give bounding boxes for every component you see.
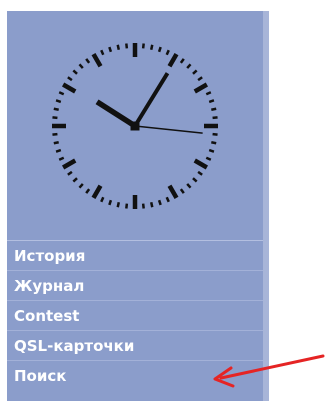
clock-minute-tick (179, 58, 185, 64)
menu-item-label: Поиск (14, 366, 67, 385)
clock-minute-tick (85, 58, 91, 64)
clock-minute-tick (208, 148, 215, 153)
clock-minute-tick (67, 76, 73, 82)
clock-minute-tick (116, 202, 121, 208)
clock-minute-tick (192, 177, 198, 183)
clock-minute-tick (85, 188, 91, 194)
clock-minute-tick (157, 199, 162, 206)
clock-minute-tick (108, 46, 113, 53)
clock-minute-tick (52, 132, 58, 136)
sidebar-panel: История Журнал Contest QSL-карточки Поис… (7, 11, 263, 401)
clock-hour-hand (95, 99, 137, 129)
clock-minute-tick (165, 49, 170, 56)
clock-minute-tick (192, 69, 198, 75)
clock-minute-tick (186, 183, 192, 189)
clock-hour-tick (167, 184, 179, 200)
clock-hour-tick (91, 184, 103, 200)
clock-minute-tick (141, 203, 145, 209)
clock-minute-tick (78, 63, 84, 69)
clock-minute-tick (72, 69, 78, 75)
menu-item-journal[interactable]: Журнал (7, 270, 263, 300)
menu-item-history[interactable]: История (7, 240, 263, 270)
clock-minute-tick (197, 170, 203, 176)
clock-minute-tick (100, 49, 105, 56)
clock-hour-tick (167, 52, 179, 68)
clock-minute-tick (205, 156, 212, 161)
clock-minute-tick (100, 196, 105, 203)
clock-minute-tick (72, 177, 78, 183)
clock-hour-tick (91, 52, 103, 68)
menu-item-label: Журнал (14, 276, 85, 295)
clock-minute-tick (52, 116, 58, 120)
clock-minute-tick (212, 116, 218, 120)
clock-minute-tick (125, 203, 129, 209)
clock-minute-tick (55, 99, 62, 104)
menu-item-contest[interactable]: Contest (7, 300, 263, 330)
clock-minute-tick (186, 63, 192, 69)
clock-minute-tick (53, 140, 59, 145)
clock-minute-tick (67, 170, 73, 176)
clock-minute-tick (78, 183, 84, 189)
sidebar-edge (263, 11, 269, 401)
clock-hour-tick (61, 158, 77, 170)
clock-minute-tick (141, 43, 145, 49)
clock-minute-tick (211, 140, 217, 145)
clock-minute-tick (179, 188, 185, 194)
clock-minute-tick (53, 107, 59, 112)
clock-minute-tick (205, 91, 212, 96)
clock-minute-tick (212, 132, 218, 136)
clock-minute-tick (58, 91, 65, 96)
clock-minute-tick (58, 156, 65, 161)
menu-item-label: Contest (14, 306, 80, 325)
clock-second-hand (134, 125, 203, 134)
clock-minute-tick (55, 148, 62, 153)
red-arrow-icon (213, 354, 325, 388)
menu-item-label: История (14, 246, 86, 265)
clock-minute-tick (211, 107, 217, 112)
clock-minute-tick (197, 76, 203, 82)
clock-hour-tick (61, 82, 77, 94)
clock-hour-tick (193, 158, 209, 170)
clock-minute-tick (125, 43, 129, 49)
clock-hour-tick (193, 82, 209, 94)
clock-minute-hand (133, 72, 170, 128)
clock-minute-tick (116, 44, 121, 50)
clock-minute-tick (157, 46, 162, 53)
menu-item-label: QSL-карточки (14, 336, 135, 355)
clock-minute-tick (165, 196, 170, 203)
clock-center-hub (130, 121, 140, 131)
clock-minute-tick (149, 44, 154, 50)
clock-widget (52, 43, 218, 209)
clock-minute-tick (149, 202, 154, 208)
clock-minute-tick (208, 99, 215, 104)
clock-minute-tick (108, 199, 113, 206)
